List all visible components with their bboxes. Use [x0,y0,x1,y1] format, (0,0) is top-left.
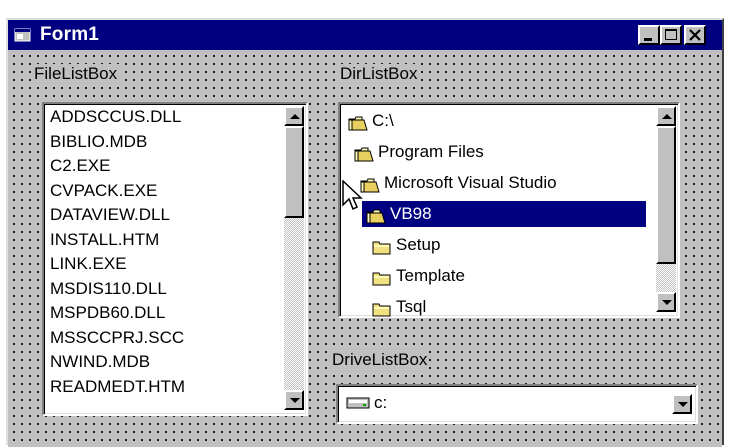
file-list-item[interactable]: ADDSCCUS.DLL [50,106,181,128]
file-list-item[interactable]: MSSCCPRJ.SCC [50,327,184,349]
file-list-item[interactable]: READMEDT.HTM [50,376,185,398]
scroll-down-button[interactable] [284,390,304,410]
scroll-thumb[interactable] [284,126,304,218]
arrow-down-icon [662,300,672,305]
file-list-item[interactable]: MSDIS110.DLL [50,278,167,300]
file-list-item[interactable]: MSPDB60.DLL [50,302,165,324]
minimize-icon [644,38,652,41]
drive-dropdown-button[interactable] [672,394,692,414]
file-list-item[interactable]: NWIND.MDB [50,351,150,373]
maximize-icon [665,29,677,40]
folder-open-icon [354,144,374,162]
drive-value: c: [374,393,388,412]
file-list-item[interactable]: C2.EXE [50,155,110,177]
scroll-up-button[interactable] [656,106,676,126]
file-list-scrollbar[interactable] [284,106,304,410]
file-list-item[interactable]: DATAVIEW.DLL [50,204,170,226]
folder-closed-icon [372,299,392,317]
dir-list-item[interactable]: Setup [368,232,646,258]
drive-list-combo[interactable]: c: [336,384,698,424]
form-icon [14,28,31,42]
close-icon [689,29,701,41]
folder-closed-icon [372,237,392,255]
drive-icon [346,397,370,409]
arrow-up-icon [290,114,300,119]
file-list-item[interactable]: INSTALL.HTM [50,229,159,251]
dir-list-item[interactable]: C:\ [344,108,646,134]
dir-list-item-label: Setup [396,235,441,254]
dir-list-item[interactable]: Template [368,263,646,289]
folder-closed-icon [372,268,392,286]
file-list-item[interactable]: LINK.EXE [50,253,127,275]
dir-list-item[interactable]: Microsoft Visual Studio [356,170,646,196]
dir-list-item[interactable]: VB98 [362,201,646,227]
chevron-down-icon [678,402,688,407]
drive-list-label: DriveListBox [330,350,430,370]
close-button[interactable] [684,25,706,45]
dir-list-item-label: Program Files [378,142,484,161]
scroll-down-button[interactable] [656,292,676,312]
scroll-thumb[interactable] [656,126,676,264]
dir-list-item-label: VB98 [390,204,432,223]
file-list-box[interactable]: ADDSCCUS.DLL BIBLIO.MDB C2.EXE CVPACK.EXE DA… [42,102,308,416]
dir-list-item-label: Tsql [396,297,427,316]
file-list-item[interactable]: CVPACK.EXE [50,180,157,202]
dir-list-item-label: C:\ [372,111,394,130]
dir-list-item-label: Microsoft Visual Studio [384,173,557,192]
window-title: Form1 [40,24,100,45]
mouse-cursor-icon [342,180,363,211]
maximize-button[interactable] [660,25,682,45]
dir-list-item[interactable]: Program Files [350,139,646,165]
minimize-button[interactable] [638,25,660,45]
arrow-down-icon [290,398,300,403]
arrow-up-icon [662,114,672,119]
dir-list-scrollbar[interactable] [656,106,676,312]
dir-list-box[interactable]: C:\ Program Files Microsoft Visual Studio V… [338,102,680,318]
folder-open-icon [366,206,386,224]
title-bar[interactable]: Form1 [8,20,722,50]
folder-open-icon [348,113,368,131]
scroll-up-button[interactable] [284,106,304,126]
dir-list-label: DirListBox [338,64,420,84]
form-window: Form1 FileListBox ADDSCCUS.DLL BIBLIO.MDB… [6,18,724,447]
dir-list-item-label: Template [396,266,465,285]
form-client-area: FileListBox ADDSCCUS.DLL BIBLIO.MDB C2.EXE… [8,50,722,447]
file-list-label: FileListBox [32,64,120,84]
dir-list-item[interactable]: Tsql [368,294,646,320]
file-list-item[interactable]: BIBLIO.MDB [50,131,147,153]
